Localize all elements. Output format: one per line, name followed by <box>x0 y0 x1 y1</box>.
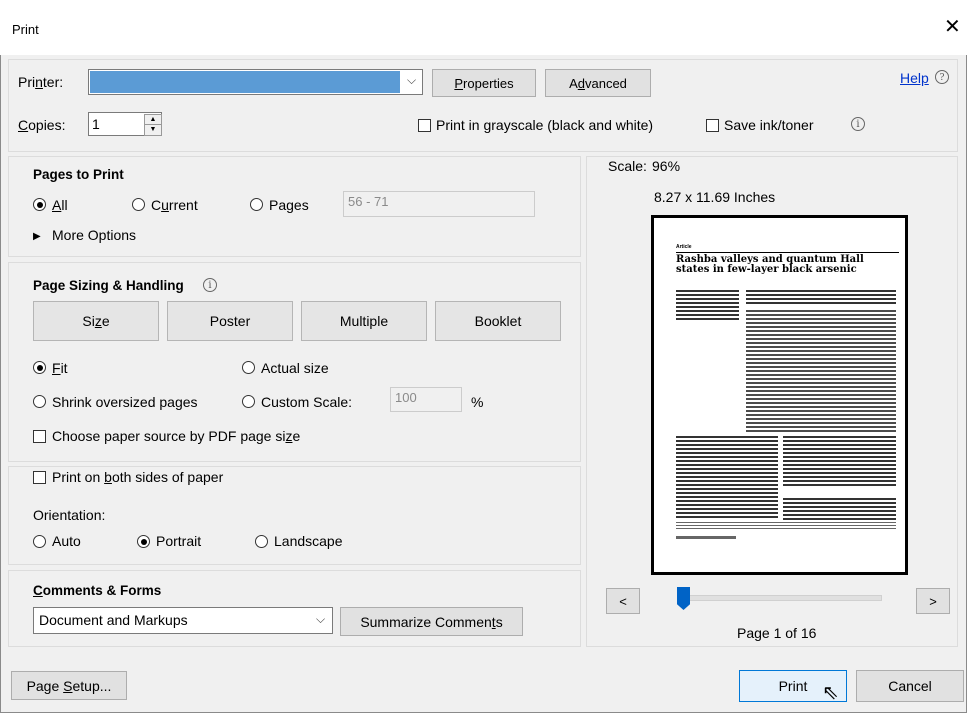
portrait-radio[interactable] <box>137 535 150 548</box>
poster-button[interactable]: Poster <box>167 301 293 341</box>
auto-label: Auto <box>52 533 81 549</box>
more-options-toggle[interactable]: More Options <box>52 227 136 243</box>
printer-select-value <box>90 71 400 93</box>
comments-title: Comments & Forms <box>33 583 162 598</box>
advanced-button[interactable]: Advanced <box>545 69 651 97</box>
pages-to-print-title: Pages to Print <box>33 167 124 182</box>
save-ink-checkbox[interactable] <box>706 119 719 132</box>
actual-size-label: Actual size <box>261 360 329 376</box>
grayscale-checkbox[interactable] <box>418 119 431 132</box>
prev-page-button[interactable]: < <box>606 588 640 614</box>
chevron-right-icon: > <box>929 593 937 609</box>
landscape-radio[interactable] <box>255 535 268 548</box>
pages-radio[interactable] <box>250 198 263 211</box>
portrait-label: Portrait <box>156 533 202 549</box>
dialog-title: Print <box>12 22 39 37</box>
cursor-icon: ⇖ <box>822 682 839 704</box>
auto-radio[interactable] <box>33 535 46 548</box>
text-block <box>746 290 896 304</box>
copies-label: Copies: <box>18 117 66 133</box>
chevron-down-icon: ⌵ <box>316 612 326 626</box>
page-slider-track[interactable] <box>685 595 882 601</box>
scale-value: 96% <box>652 158 681 174</box>
actual-size-radio[interactable] <box>242 361 255 374</box>
current-radio[interactable] <box>132 198 145 211</box>
pages-label: Pages <box>269 197 309 213</box>
grayscale-label: Print in grayscale (black and white) <box>436 117 654 133</box>
comments-select[interactable]: Document and Markups ⌵ <box>33 607 333 634</box>
info-icon[interactable]: i <box>851 117 865 131</box>
booklet-label: Booklet <box>474 313 522 329</box>
chevron-left-icon: < <box>619 593 627 609</box>
advanced-label: Advanced <box>569 75 627 91</box>
printer-select[interactable]: ⌵ <box>88 69 423 95</box>
printer-label: Printer: <box>18 74 64 90</box>
summarize-label: Summarize Comments <box>360 613 503 630</box>
custom-scale-label: Custom Scale: <box>261 394 353 410</box>
copies-value: 1 <box>92 116 100 132</box>
page-setup-button[interactable]: Page Setup... <box>11 671 127 700</box>
text-block <box>676 290 739 320</box>
cancel-label: Cancel <box>888 678 932 694</box>
help-link[interactable]: Help <box>900 70 929 86</box>
rule <box>676 252 899 253</box>
page-info: Page 1 of 16 <box>737 625 817 641</box>
scale-label: Scale: <box>608 158 647 174</box>
copies-stepper[interactable]: 1 ▲ ▼ <box>88 112 162 136</box>
shrink-radio[interactable] <box>33 395 46 408</box>
info-icon[interactable]: i <box>203 278 217 292</box>
landscape-label: Landscape <box>274 533 343 549</box>
next-page-button[interactable]: > <box>916 588 950 614</box>
text-block <box>676 436 778 518</box>
multiple-label: Multiple <box>339 313 389 329</box>
both-sides-checkbox[interactable] <box>33 471 46 484</box>
custom-scale-input[interactable]: 100 <box>390 387 462 412</box>
shrink-label: Shrink oversized pages <box>52 394 198 410</box>
text-block <box>783 436 896 488</box>
both-sides-label: Print on both sides of paper <box>52 469 224 485</box>
article-tag: Article <box>676 244 692 250</box>
orientation-label: Orientation: <box>33 507 106 523</box>
print-label: Print <box>778 678 808 694</box>
custom-scale-radio[interactable] <box>242 395 255 408</box>
text-block <box>676 536 736 539</box>
question-circle-icon[interactable]: ? <box>935 70 949 84</box>
size-label: Size <box>82 313 110 329</box>
properties-button[interactable]: Properties <box>432 69 536 97</box>
decrement-icon[interactable]: ▼ <box>144 124 162 136</box>
title-bar: Print ✕ <box>0 0 967 55</box>
text-block <box>676 522 896 530</box>
comments-select-value: Document and Markups <box>39 612 188 628</box>
page-setup-label: Page Setup... <box>26 677 112 694</box>
custom-scale-value: 100 <box>395 390 417 405</box>
booklet-button[interactable]: Booklet <box>435 301 561 341</box>
page-preview: Article Rashba valleys and quantum Hall … <box>651 215 908 575</box>
fit-label: Fit <box>52 360 68 376</box>
pages-range-input[interactable]: 56 - 71 <box>343 191 535 217</box>
text-block <box>783 498 896 520</box>
article-title: Rashba valleys and quantum Hall states i… <box>676 254 864 275</box>
multiple-button[interactable]: Multiple <box>301 301 427 341</box>
current-label: Current <box>151 197 198 213</box>
page-sizing-title: Page Sizing & Handling <box>33 278 184 293</box>
properties-label: Properties <box>454 75 514 91</box>
poster-label: Poster <box>209 313 251 329</box>
pages-range-value: 56 - 71 <box>348 194 389 209</box>
save-ink-label: Save ink/toner <box>724 117 814 133</box>
all-radio[interactable] <box>33 198 46 211</box>
summarize-comments-button[interactable]: Summarize Comments <box>340 607 523 636</box>
close-icon[interactable]: ✕ <box>944 14 961 39</box>
size-button[interactable]: Size <box>33 301 159 341</box>
paper-source-checkbox[interactable] <box>33 430 46 443</box>
triangle-right-icon[interactable]: ▶ <box>33 231 41 242</box>
chevron-down-icon: ⌵ <box>407 73 417 87</box>
percent-sign: % <box>471 394 484 410</box>
paper-source-label: Choose paper source by PDF page size <box>52 428 301 444</box>
cancel-button[interactable]: Cancel <box>856 670 964 702</box>
text-block <box>746 310 896 434</box>
page-dimensions: 8.27 x 11.69 Inches <box>654 189 776 205</box>
all-label: All <box>52 197 68 213</box>
fit-radio[interactable] <box>33 361 46 374</box>
